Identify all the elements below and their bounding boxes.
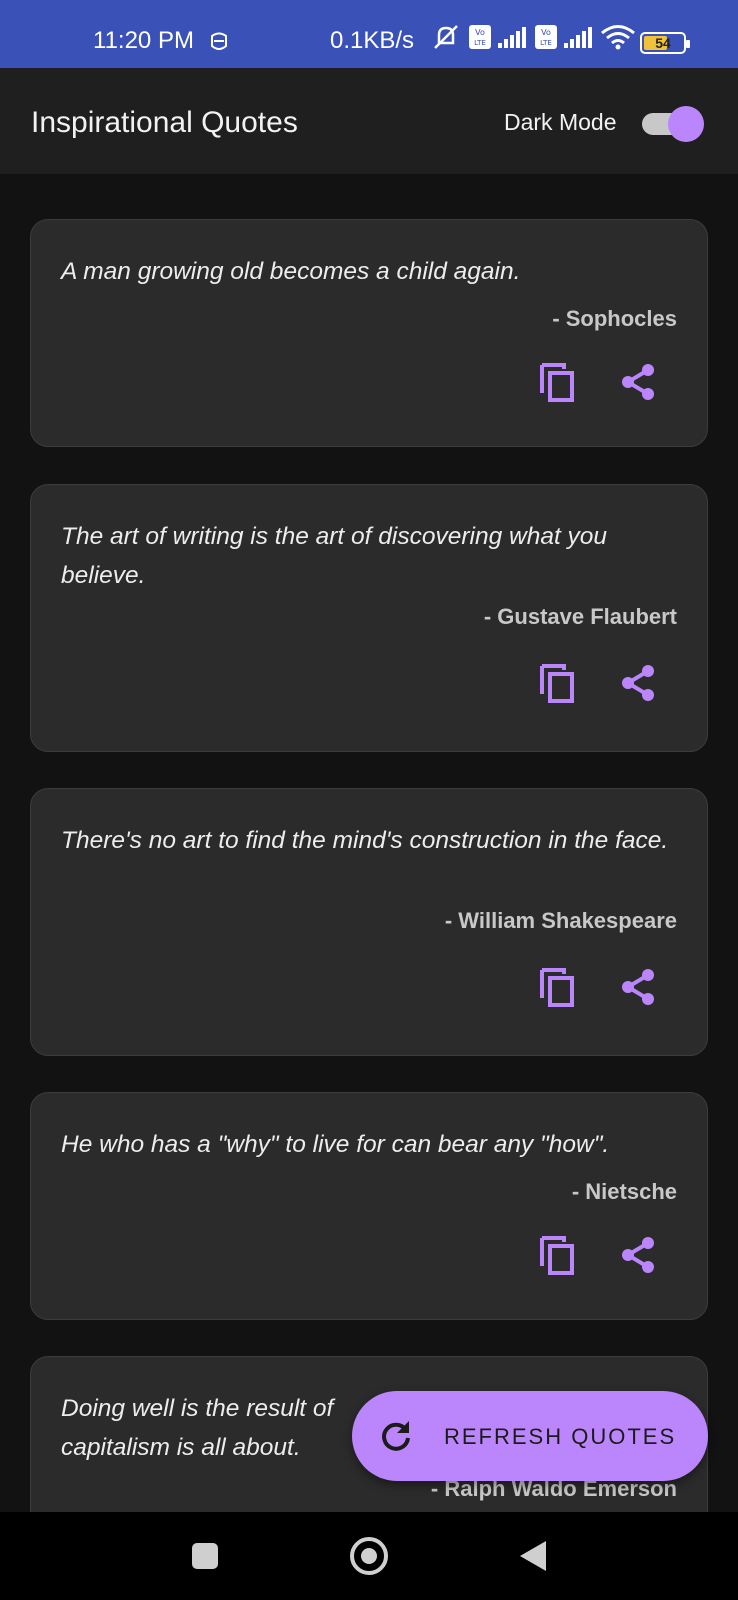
copy-icon[interactable] <box>536 1233 580 1277</box>
copy-icon[interactable] <box>536 965 580 1009</box>
share-icon[interactable] <box>616 661 660 705</box>
svg-text:Vo: Vo <box>475 28 485 37</box>
home-button[interactable] <box>350 1537 388 1575</box>
share-icon[interactable] <box>616 360 660 404</box>
back-button[interactable] <box>520 1541 546 1571</box>
refresh-icon <box>382 1421 410 1451</box>
status-bar: 11:20 PM 0.1KB/s Vo LTE Vo LTE 54 <box>0 0 738 68</box>
app-bar: Inspirational Quotes Dark Mode <box>0 68 738 174</box>
share-icon[interactable] <box>616 1233 660 1277</box>
quote-text: There's no art to find the mind's constr… <box>61 827 669 854</box>
signal-icon <box>564 27 592 48</box>
quote-author: - William Shakespeare <box>444 908 677 933</box>
volte-sim1-icon: Vo LTE <box>469 25 491 49</box>
alarm-icon <box>211 32 227 50</box>
share-icon[interactable] <box>616 965 660 1009</box>
quote-card: He who has a "why" to live for can bear … <box>30 1092 708 1320</box>
volte-sim2-icon: Vo LTE <box>535 25 557 49</box>
quote-card: A man growing old becomes a child again.… <box>30 219 708 447</box>
quote-author: - Sophocles <box>552 306 677 331</box>
refresh-quotes-button[interactable]: REFRESH QUOTES <box>352 1391 708 1481</box>
quote-card: There's no art to find the mind's constr… <box>30 788 708 1056</box>
dark-mode-label: Dark Mode <box>504 109 617 135</box>
copy-icon[interactable] <box>536 360 580 404</box>
page-title: Inspirational Quotes <box>31 106 298 139</box>
quotes-list[interactable]: A man growing old becomes a child again.… <box>0 174 738 1512</box>
svg-text:Vo: Vo <box>541 28 551 37</box>
quote-text: He who has a "why" to live for can bear … <box>61 1131 610 1158</box>
status-icons: Vo LTE Vo LTE <box>432 22 636 52</box>
quote-text: The art of writing is the art of discove… <box>61 523 608 589</box>
quote-card: The art of writing is the art of discove… <box>30 484 708 752</box>
quote-author: - Nietsche <box>571 1179 677 1204</box>
status-time: 11:20 PM <box>93 27 194 54</box>
mute-icon <box>434 25 458 49</box>
wifi-icon <box>601 25 635 50</box>
svg-text:LTE: LTE <box>474 39 486 47</box>
toggle-thumb <box>668 106 704 142</box>
signal-icon <box>498 27 526 48</box>
refresh-quotes-label: REFRESH QUOTES <box>444 1424 677 1449</box>
quote-text: A man growing old becomes a child again. <box>61 258 521 285</box>
svg-text:LTE: LTE <box>540 39 552 47</box>
quote-author: - Gustave Flaubert <box>483 604 677 629</box>
recents-button[interactable] <box>192 1543 218 1569</box>
network-speed: 0.1KB/s <box>330 27 415 54</box>
dark-mode-toggle[interactable] <box>640 106 704 142</box>
copy-icon[interactable] <box>536 661 580 705</box>
battery-icon: 54 <box>640 32 690 54</box>
battery-level: 54 <box>655 35 671 51</box>
